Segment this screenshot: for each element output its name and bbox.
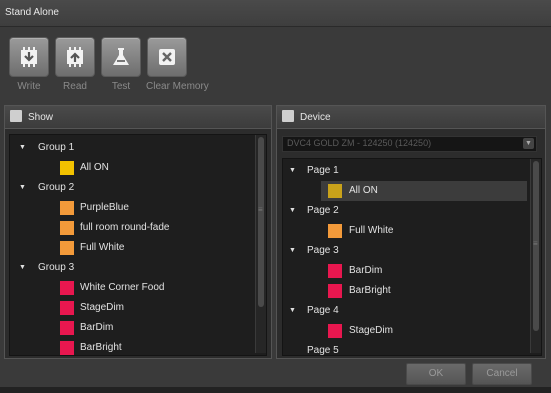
flask-icon	[101, 37, 141, 77]
clear-memory-label: Clear Memory	[146, 81, 209, 92]
show-panel-header: Show	[5, 106, 271, 129]
chevron-down-icon[interactable]: ▼	[523, 138, 534, 149]
grip-icon: ≡	[258, 205, 263, 214]
device-icon	[282, 110, 294, 122]
expand-arrow-icon[interactable]: ▼	[289, 201, 296, 221]
expand-arrow-icon[interactable]: ▼	[19, 178, 26, 198]
show-panel-title: Show	[28, 112, 54, 123]
write-button[interactable]: Write	[9, 37, 49, 92]
color-swatch	[328, 284, 342, 298]
color-swatch	[60, 321, 74, 335]
title-bar: Stand Alone	[0, 0, 551, 27]
color-swatch	[328, 264, 342, 278]
grip-icon: ≡	[533, 239, 538, 248]
color-swatch	[60, 301, 74, 315]
clear-x-icon	[147, 37, 187, 77]
show-scrollbar[interactable]: ≡	[255, 135, 266, 353]
write-chip-icon	[9, 37, 49, 77]
color-swatch	[60, 241, 74, 255]
expand-arrow-icon[interactable]: ▼	[289, 301, 296, 321]
read-chip-icon	[55, 37, 95, 77]
color-swatch	[60, 221, 74, 235]
color-swatch	[60, 201, 74, 215]
expand-arrow-icon[interactable]: ▼	[19, 258, 26, 278]
device-select[interactable]: DVC4 GOLD ZM - 124250 (124250) ▼	[282, 136, 537, 152]
test-label: Test	[111, 81, 131, 92]
device-select-value: DVC4 GOLD ZM - 124250 (124250)	[287, 138, 432, 148]
color-swatch	[60, 161, 74, 175]
write-label: Write	[17, 81, 41, 92]
color-swatch	[328, 324, 342, 338]
expand-arrow-icon[interactable]: ▼	[19, 138, 26, 158]
color-swatch	[328, 184, 342, 198]
window-title: Stand Alone	[5, 7, 59, 18]
ok-button[interactable]: OK	[406, 363, 466, 385]
expand-arrow-icon[interactable]: ▼	[289, 241, 296, 261]
expand-arrow-icon[interactable]: ▼	[289, 161, 296, 181]
show-panel: Show ▼ Group 1 All ON ▼ Group 2 PurpleBlue…	[4, 105, 272, 359]
test-button[interactable]: Test	[101, 37, 141, 92]
device-panel: Device DVC4 GOLD ZM - 124250 (124250) ▼ …	[276, 105, 546, 359]
bottom-strip	[0, 387, 551, 393]
show-tree[interactable]: ▼ Group 1 All ON ▼ Group 2 PurpleBlue full…	[9, 134, 267, 356]
toolbar: Write Read Test Clear Memory	[0, 27, 551, 99]
color-swatch	[60, 341, 74, 355]
read-button[interactable]: Read	[55, 37, 95, 92]
device-item-selected[interactable]: All ON	[321, 181, 527, 201]
color-swatch	[60, 281, 74, 295]
device-panel-title: Device	[300, 112, 331, 123]
show-icon	[10, 110, 22, 122]
color-swatch	[328, 224, 342, 238]
device-panel-header: Device	[277, 106, 545, 129]
scrollbar-thumb[interactable]	[258, 137, 264, 307]
read-label: Read	[63, 81, 87, 92]
device-scrollbar[interactable]: ≡	[530, 159, 541, 353]
device-tree[interactable]: ▼ Page 1 All ON ▼ Page 2 Full White ▼ Page …	[282, 158, 542, 356]
clear-memory-button[interactable]: Clear Memory	[146, 37, 209, 92]
cancel-button[interactable]: Cancel	[472, 363, 532, 385]
